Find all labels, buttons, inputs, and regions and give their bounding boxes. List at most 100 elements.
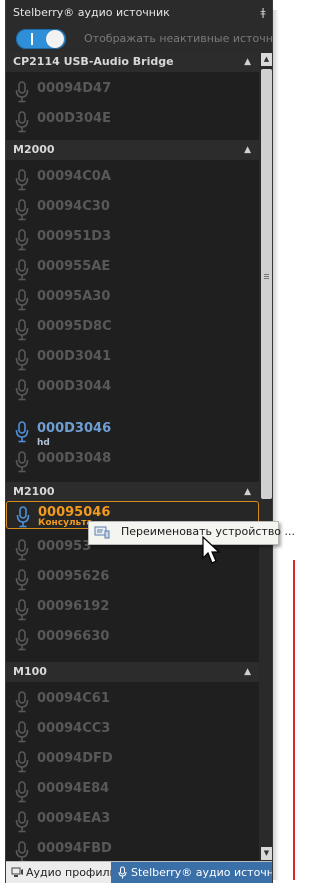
tab-audio-profile-label: Аудио профиль	[26, 866, 116, 879]
device-name: 00094DFD	[37, 751, 113, 766]
device-name: 000D3041	[37, 349, 112, 364]
device-row[interactable]: 00094FBD	[6, 834, 259, 861]
device-name: 00096630	[37, 629, 110, 644]
window-shadow	[273, 10, 279, 880]
scroll-thumb-grip	[264, 274, 269, 275]
device-name: 00094FBD	[37, 841, 112, 856]
device-row[interactable]: 00094EA3	[6, 804, 259, 834]
microphone-icon	[15, 451, 29, 473]
microphone-icon	[15, 721, 29, 743]
bottom-tabs: Аудио профиль Stelberry® аудио источник	[6, 861, 273, 883]
group-header[interactable]: M2100 ▲	[6, 482, 259, 502]
device-name: 000D3048	[37, 451, 112, 466]
device-row[interactable]: 00096192	[6, 592, 259, 622]
microphone-icon	[15, 169, 29, 191]
device-name: 000D3044	[37, 379, 112, 394]
microphone-icon	[15, 811, 29, 833]
scroll-up-button[interactable]: ▲	[261, 53, 272, 66]
microphone-icon	[15, 599, 29, 621]
toggle-bar: Отображать неактивные источники	[6, 26, 273, 52]
device-row[interactable]: 00094E84	[6, 774, 259, 804]
mouse-cursor-icon	[202, 536, 221, 564]
microphone-icon	[15, 289, 29, 311]
scroll-thumb[interactable]	[261, 69, 272, 499]
device-name: 000D3046	[37, 421, 112, 436]
group-header[interactable]: M100 ▲	[6, 662, 259, 682]
microphone-icon	[15, 421, 29, 443]
chevron-up-icon[interactable]: ▲	[244, 52, 251, 72]
device-row[interactable]: 00096630	[6, 622, 259, 652]
device-row[interactable]: 000D3041	[6, 342, 259, 372]
chevron-up-icon[interactable]: ▲	[244, 662, 251, 682]
device-list: CP2114 USB-Audio Bridge ▲ 00094D47 000D304E…	[6, 52, 259, 861]
vertical-scrollbar[interactable]: ▲ ▼	[259, 52, 272, 861]
device-name: 00095626	[37, 569, 110, 584]
context-menu: Переименовать устройство ...	[88, 521, 295, 545]
microphone-icon	[15, 319, 29, 341]
show-inactive-toggle[interactable]	[16, 29, 66, 49]
microphone-icon	[118, 866, 127, 879]
show-inactive-label: Отображать неактивные источники	[84, 32, 273, 45]
group-name: CP2114 USB-Audio Bridge	[13, 55, 174, 68]
device-row[interactable]: 000D3044	[6, 372, 259, 402]
device-name: 00094EA3	[37, 811, 111, 826]
microphone-icon	[15, 199, 29, 221]
device-row[interactable]: 00095A30	[6, 282, 259, 312]
device-name: 00094E84	[37, 781, 110, 796]
panel-title: Stelberry® аудио источник	[13, 6, 170, 19]
device-name: 000951D3	[37, 229, 112, 244]
chevron-up-icon[interactable]: ▲	[244, 140, 251, 160]
group-header[interactable]: M2000 ▲	[6, 140, 259, 160]
panel-titlebar: Stelberry® аудио источник ǂ	[6, 0, 272, 26]
microphone-icon	[15, 751, 29, 773]
group-name: M100	[13, 665, 47, 678]
microphone-icon	[15, 841, 29, 861]
microphone-icon	[15, 229, 29, 251]
audio-source-panel: Stelberry® аудио источник ǂ Отображать н…	[5, 0, 273, 883]
device-row[interactable]: 000D3046 hd	[6, 414, 259, 448]
group-name: M2100	[13, 485, 55, 498]
device-row[interactable]: 000955AE	[6, 252, 259, 282]
device-row[interactable]: 00095626	[6, 562, 259, 592]
microphone-icon	[15, 691, 29, 713]
device-name: 00094C30	[37, 199, 110, 214]
device-row[interactable]: 00095D8C	[6, 312, 259, 342]
device-name: 00095A30	[37, 289, 111, 304]
microphone-icon	[15, 111, 29, 133]
device-row[interactable]: 00094DFD	[6, 744, 259, 774]
device-name: 00095D8C	[37, 319, 112, 334]
microphone-icon	[15, 259, 29, 281]
device-row[interactable]: 000D304E	[6, 104, 259, 134]
microphone-icon	[15, 781, 29, 803]
microphone-icon	[15, 539, 29, 561]
group-name: M2000	[13, 143, 55, 156]
microphone-icon	[15, 349, 29, 371]
device-row[interactable]: 00094C30	[6, 192, 259, 222]
microphone-icon	[15, 569, 29, 591]
device-name: 000955AE	[37, 259, 111, 274]
device-subtitle: Консульта	[38, 518, 93, 528]
device-name: 000D304E	[37, 111, 111, 126]
device-row[interactable]: 00094D47	[6, 74, 259, 104]
device-name: 000953	[37, 539, 92, 554]
device-name: 00094C61	[37, 691, 110, 706]
device-row[interactable]: 000D3048	[6, 444, 259, 474]
device-row[interactable]: 00094C0A	[6, 162, 259, 192]
device-row[interactable]: 00094CC3	[6, 714, 259, 744]
red-line	[293, 560, 295, 880]
device-row[interactable]: 00094C61	[6, 684, 259, 714]
toggle-on-mark	[31, 33, 33, 45]
tab-audio-source-label: Stelberry® аудио источник	[131, 866, 273, 879]
pin-icon[interactable]: ǂ	[258, 0, 268, 26]
microphone-icon	[15, 379, 29, 401]
device-row[interactable]: 000951D3	[6, 222, 259, 252]
device-name: 00094D47	[37, 81, 112, 96]
device-name: 00094CC3	[37, 721, 111, 736]
group-header[interactable]: CP2114 USB-Audio Bridge ▲	[6, 52, 259, 72]
tab-audio-profile[interactable]: Аудио профиль	[6, 862, 116, 883]
tab-audio-source[interactable]: Stelberry® аудио источник	[111, 862, 273, 883]
toggle-knob[interactable]	[46, 30, 64, 48]
device-name: 00096192	[37, 599, 110, 614]
scroll-down-button[interactable]: ▼	[261, 847, 272, 860]
chevron-up-icon[interactable]: ▲	[244, 482, 251, 502]
